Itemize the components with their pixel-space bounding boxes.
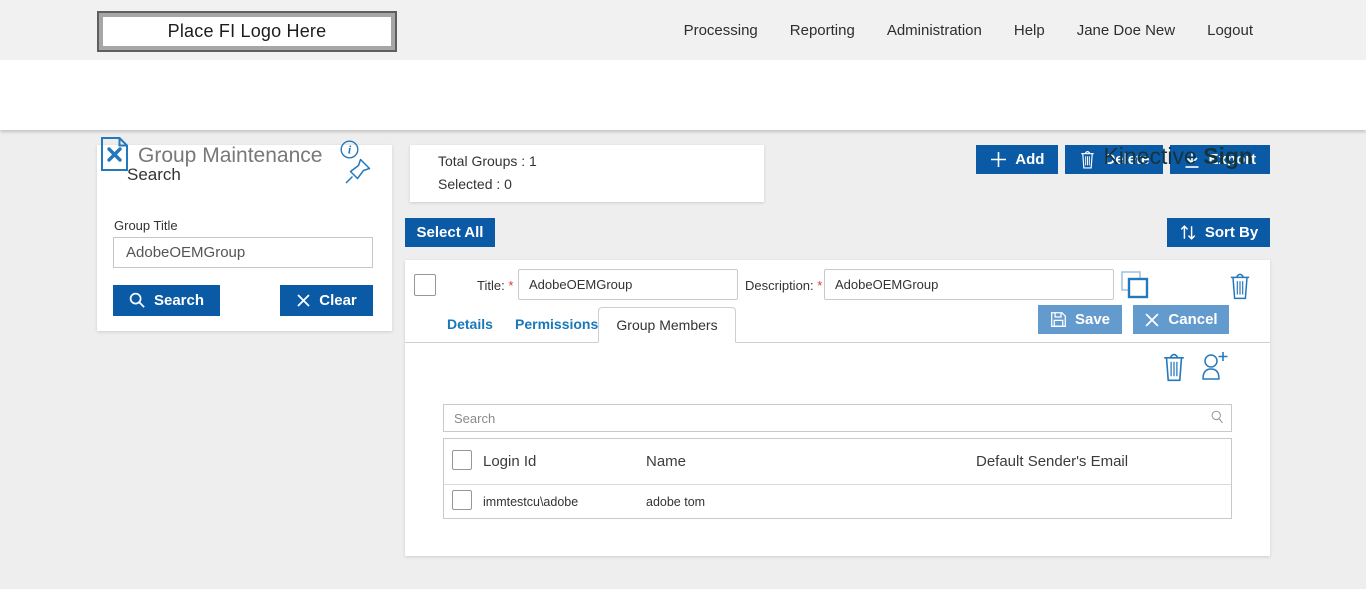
search-icon [129, 292, 146, 309]
fi-logo-placeholder: Place FI Logo Here [97, 11, 397, 52]
sort-by-label: Sort By [1205, 224, 1258, 241]
trash-icon [1079, 150, 1096, 169]
column-login-id: Login Id [483, 453, 646, 470]
save-icon [1050, 311, 1067, 328]
delete-group-icon[interactable] [1228, 272, 1252, 300]
title-required-mark: * [508, 278, 513, 293]
search-panel: Search Group Title Search Clear [97, 145, 392, 331]
group-maintenance-icon [100, 136, 129, 172]
description-label-text: Description: [745, 278, 814, 293]
tab-permissions[interactable]: Permissions [515, 316, 598, 332]
add-member-icon[interactable] [1198, 350, 1230, 382]
nav-item-logout[interactable]: Logout [1207, 22, 1253, 39]
cancel-button-label: Cancel [1168, 311, 1217, 328]
brand-bold: Sign [1203, 143, 1253, 169]
group-title-label: Group Title [114, 218, 178, 233]
save-button-label: Save [1075, 311, 1110, 328]
description-input[interactable] [824, 269, 1114, 300]
group-title-input[interactable] [113, 237, 373, 268]
group-editor-card: Title: * Description: * Details Permissi… [405, 260, 1270, 556]
title-input[interactable] [518, 269, 738, 300]
tab-details[interactable]: Details [447, 316, 493, 332]
sort-by-button[interactable]: Sort By [1167, 218, 1270, 247]
group-row-checkbox[interactable] [414, 274, 436, 296]
search-button-label: Search [154, 292, 204, 309]
table-row[interactable]: immtestcu\adobe adobe tom [444, 484, 1231, 518]
plus-icon [990, 151, 1007, 168]
page-title: Group Maintenance [138, 144, 322, 168]
save-button[interactable]: Save [1038, 305, 1122, 334]
remove-member-icon[interactable] [1161, 352, 1187, 382]
nav-item-user[interactable]: Jane Doe New [1077, 22, 1175, 39]
selected-value: 0 [504, 176, 512, 192]
search-panel-title: Search [127, 165, 181, 185]
select-all-members-checkbox[interactable] [452, 450, 472, 470]
column-name: Name [646, 453, 976, 470]
close-icon [1144, 312, 1160, 328]
pin-icon[interactable] [344, 157, 372, 185]
select-all-button[interactable]: Select All [405, 218, 495, 247]
close-icon [296, 293, 311, 308]
total-groups-label: Total Groups : [438, 153, 525, 169]
select-all-label: Select All [417, 224, 484, 241]
member-row-checkbox[interactable] [452, 490, 472, 510]
search-icon[interactable] [1210, 410, 1225, 425]
brand-regular: Kinective [1103, 143, 1196, 169]
cancel-button[interactable]: Cancel [1133, 305, 1229, 334]
member-name: adobe tom [646, 495, 976, 509]
tab-group-members[interactable]: Group Members [598, 307, 736, 343]
member-search [443, 404, 1232, 432]
selected-label: Selected : [438, 176, 500, 192]
member-search-input[interactable] [443, 404, 1232, 432]
description-field-label: Description: * [745, 278, 822, 293]
svg-text:i: i [348, 143, 352, 157]
info-icon[interactable]: i [340, 140, 359, 159]
nav-item-help[interactable]: Help [1014, 22, 1045, 39]
nav-item-administration[interactable]: Administration [887, 22, 982, 39]
member-login-id: immtestcu\adobe [483, 495, 646, 509]
selected-count: Selected : 0 [438, 176, 512, 192]
clear-button-label: Clear [319, 292, 357, 309]
title-field-label: Title: * [477, 278, 513, 293]
total-groups-value: 1 [529, 153, 537, 169]
column-default-sender-email: Default Sender's Email [976, 453, 1231, 470]
page-header: Group Maintenance i Kinective Sign [0, 60, 1366, 130]
clear-button[interactable]: Clear [280, 285, 373, 316]
sort-arrows-icon [1179, 223, 1197, 242]
members-table-header: Login Id Name Default Sender's Email [444, 439, 1231, 484]
tab-bar: Details Permissions Group Members Save C… [405, 307, 1270, 343]
stats-panel: Total Groups : 1 Selected : 0 [410, 145, 764, 202]
add-button[interactable]: Add [976, 145, 1058, 174]
top-navigation: Processing Reporting Administration Help… [684, 0, 1253, 60]
top-bar: Place FI Logo Here Processing Reporting … [0, 0, 1366, 60]
copy-icon[interactable] [1119, 270, 1149, 300]
members-table: Login Id Name Default Sender's Email imm… [443, 438, 1232, 519]
brand-logo: Kinective Sign [1103, 143, 1253, 170]
title-label-text: Title: [477, 278, 505, 293]
add-button-label: Add [1015, 151, 1044, 168]
fi-logo-text: Place FI Logo Here [168, 21, 327, 42]
total-groups: Total Groups : 1 [438, 153, 537, 169]
search-button[interactable]: Search [113, 285, 220, 316]
nav-item-processing[interactable]: Processing [684, 22, 758, 39]
description-required-mark: * [817, 278, 822, 293]
nav-item-reporting[interactable]: Reporting [790, 22, 855, 39]
